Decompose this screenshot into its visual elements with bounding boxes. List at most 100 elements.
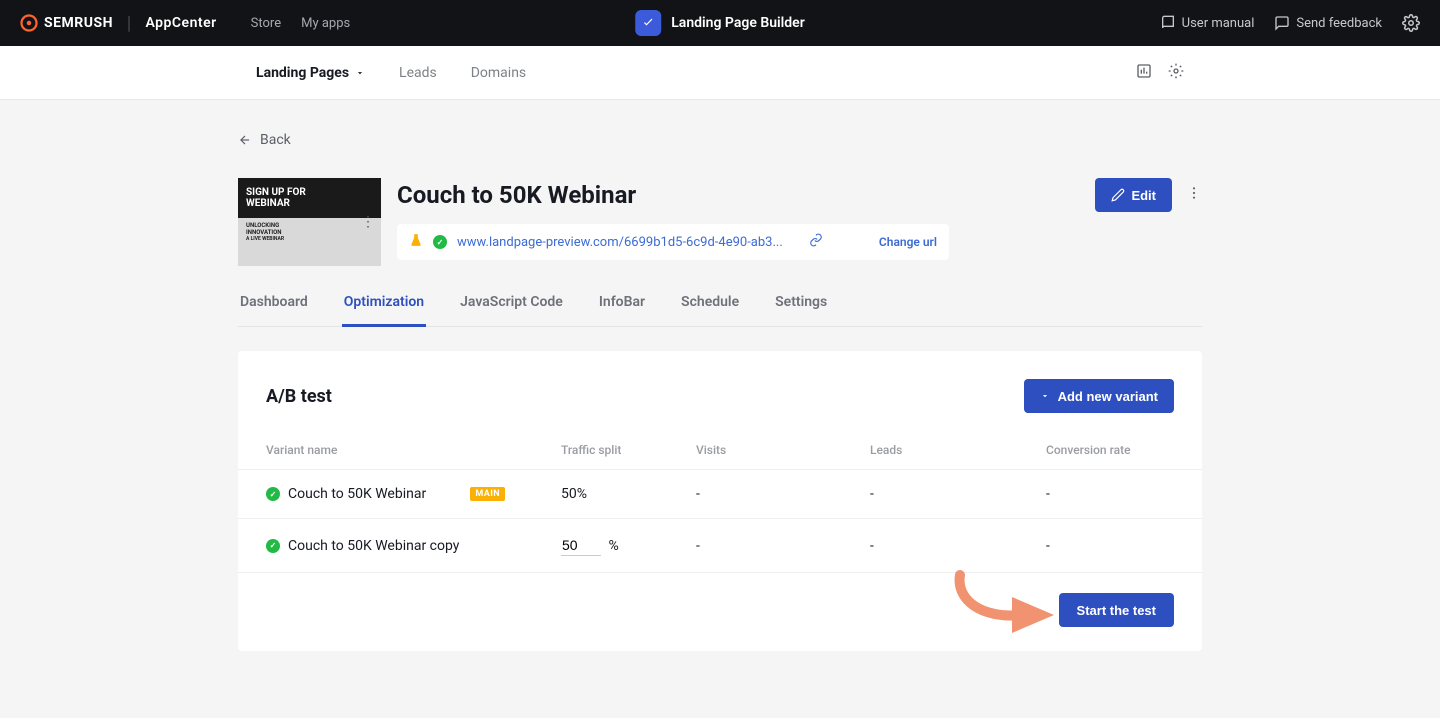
variant-name[interactable]: Couch to 50K Webinar copy [288, 538, 459, 554]
brand-text: SEMRUSH [44, 15, 113, 31]
gear-icon [1402, 14, 1420, 32]
stats-icon-button[interactable] [1136, 63, 1152, 83]
split-suffix: % [608, 538, 618, 554]
user-manual-link[interactable]: User manual [1160, 15, 1255, 31]
link-icon [809, 233, 823, 247]
table-row: ✓ Couch to 50K Webinar copy % - - - [238, 519, 1202, 573]
card-title: A/B test [266, 386, 332, 407]
topbar-right: User manual Send feedback [1160, 14, 1420, 32]
subnav-leads[interactable]: Leads [399, 65, 437, 81]
check-icon: ✓ [266, 487, 280, 501]
add-variant-button[interactable]: Add new variant [1024, 379, 1174, 413]
flask-icon [409, 233, 423, 251]
topbar: SEMRUSH | AppCenter Store My apps Landin… [0, 0, 1440, 46]
leads-value: - [842, 470, 1018, 519]
tab-schedule[interactable]: Schedule [679, 294, 741, 326]
col-variant-name: Variant name [238, 433, 533, 470]
thumb-sub1: UNLOCKING [246, 222, 373, 229]
send-feedback-label: Send feedback [1296, 16, 1382, 31]
header-main: Couch to 50K Webinar Edit ✓ www.landpage [397, 178, 1202, 266]
visits-value: - [668, 519, 842, 573]
nav-my-apps[interactable]: My apps [301, 16, 350, 31]
col-visits: Visits [668, 433, 842, 470]
conv-value: - [1018, 470, 1202, 519]
url-box: ✓ www.landpage-preview.com/6699b1d5-6c9d… [397, 224, 949, 260]
thumb-sub3: A LIVE WEBINAR [246, 236, 373, 242]
appcenter-label: AppCenter [145, 15, 216, 31]
chart-icon [1136, 63, 1152, 79]
variant-cell: ✓ Couch to 50K Webinar copy [266, 538, 505, 554]
page-header-row: SIGN UP FOR WEBINAR UNLOCKING INNOVATION… [238, 178, 1202, 266]
thumb-headline: SIGN UP FOR WEBINAR [238, 178, 381, 218]
col-traffic-split: Traffic split [533, 433, 668, 470]
change-url-link[interactable]: Change url [879, 235, 937, 249]
send-feedback-link[interactable]: Send feedback [1274, 15, 1382, 31]
copy-link-button[interactable] [809, 233, 823, 251]
table-row: ✓ Couch to 50K Webinar MAIN 50% - - - [238, 470, 1202, 519]
tab-settings[interactable]: Settings [773, 294, 829, 326]
brand-divider: | [127, 13, 131, 34]
caret-down-icon [1040, 391, 1050, 401]
status-published-icon: ✓ [433, 235, 447, 249]
settings-icon-button[interactable] [1402, 14, 1420, 32]
start-test-button[interactable]: Start the test [1059, 593, 1174, 627]
app-title-center: Landing Page Builder [635, 10, 805, 36]
user-manual-label: User manual [1182, 16, 1255, 31]
check-icon: ✓ [266, 539, 280, 553]
tabs: Dashboard Optimization JavaScript Code I… [238, 294, 1202, 327]
thumb-sub2: INNOVATION [246, 229, 373, 236]
book-icon [1160, 15, 1176, 31]
split-value: 50% [533, 470, 668, 519]
edit-button[interactable]: Edit [1095, 178, 1172, 212]
add-variant-label: Add new variant [1058, 389, 1158, 404]
back-label: Back [260, 132, 291, 148]
traffic-split-input[interactable] [561, 535, 601, 556]
variants-table: Variant name Traffic split Visits Leads … [238, 433, 1202, 573]
top-nav: Store My apps [251, 16, 351, 31]
tab-infobar[interactable]: InfoBar [597, 294, 647, 326]
subnav-domains[interactable]: Domains [471, 65, 526, 81]
col-conversion-rate: Conversion rate [1018, 433, 1202, 470]
page-title: Couch to 50K Webinar [397, 181, 636, 209]
gear-icon [1168, 63, 1184, 79]
kebab-icon [1186, 185, 1202, 201]
chat-icon [1274, 15, 1290, 31]
brand-logo[interactable]: SEMRUSH | AppCenter [20, 13, 217, 34]
subnav: Landing Pages Leads Domains [0, 46, 1440, 100]
thumb-more-icon[interactable]: ⋮ [361, 214, 375, 230]
preview-url[interactable]: www.landpage-preview.com/6699b1d5-6c9d-4… [457, 235, 787, 250]
edit-label: Edit [1131, 188, 1156, 203]
thumb-headline-l1: SIGN UP FOR [246, 187, 373, 198]
more-actions-button[interactable] [1186, 185, 1202, 205]
thumb-headline-l2: WEBINAR [246, 198, 373, 209]
leads-value: - [842, 519, 1018, 573]
subnav-landing-pages[interactable]: Landing Pages [256, 65, 365, 81]
variant-name[interactable]: Couch to 50K Webinar [288, 486, 426, 502]
title-row: Couch to 50K Webinar Edit [397, 178, 1202, 212]
semrush-logo-icon [20, 14, 38, 32]
page-content: Back SIGN UP FOR WEBINAR UNLOCKING INNOV… [238, 100, 1202, 651]
settings-small-button[interactable] [1168, 63, 1184, 83]
back-link[interactable]: Back [238, 132, 1202, 148]
ab-test-card: A/B test Add new variant Variant name Tr… [238, 351, 1202, 651]
start-row: Start the test [238, 573, 1202, 627]
tab-dashboard[interactable]: Dashboard [238, 294, 310, 326]
col-leads: Leads [842, 433, 1018, 470]
visits-value: - [668, 470, 842, 519]
pencil-icon [1111, 188, 1125, 202]
tab-optimization[interactable]: Optimization [342, 294, 426, 327]
app-icon [635, 10, 661, 36]
subnav-right-icons [1136, 63, 1184, 83]
main-badge: MAIN [470, 487, 505, 501]
subnav-landing-pages-label: Landing Pages [256, 65, 349, 81]
variant-cell: ✓ Couch to 50K Webinar MAIN [266, 486, 505, 502]
tab-javascript-code[interactable]: JavaScript Code [458, 294, 565, 326]
title-actions: Edit [1095, 178, 1202, 212]
app-title: Landing Page Builder [671, 15, 805, 31]
nav-store[interactable]: Store [251, 16, 281, 31]
thumb-body: UNLOCKING INNOVATION A LIVE WEBINAR [238, 218, 381, 266]
chevron-down-icon [355, 68, 365, 78]
arrow-left-icon [238, 133, 252, 147]
page-thumbnail[interactable]: SIGN UP FOR WEBINAR UNLOCKING INNOVATION… [238, 178, 381, 266]
card-header: A/B test Add new variant [238, 351, 1202, 433]
